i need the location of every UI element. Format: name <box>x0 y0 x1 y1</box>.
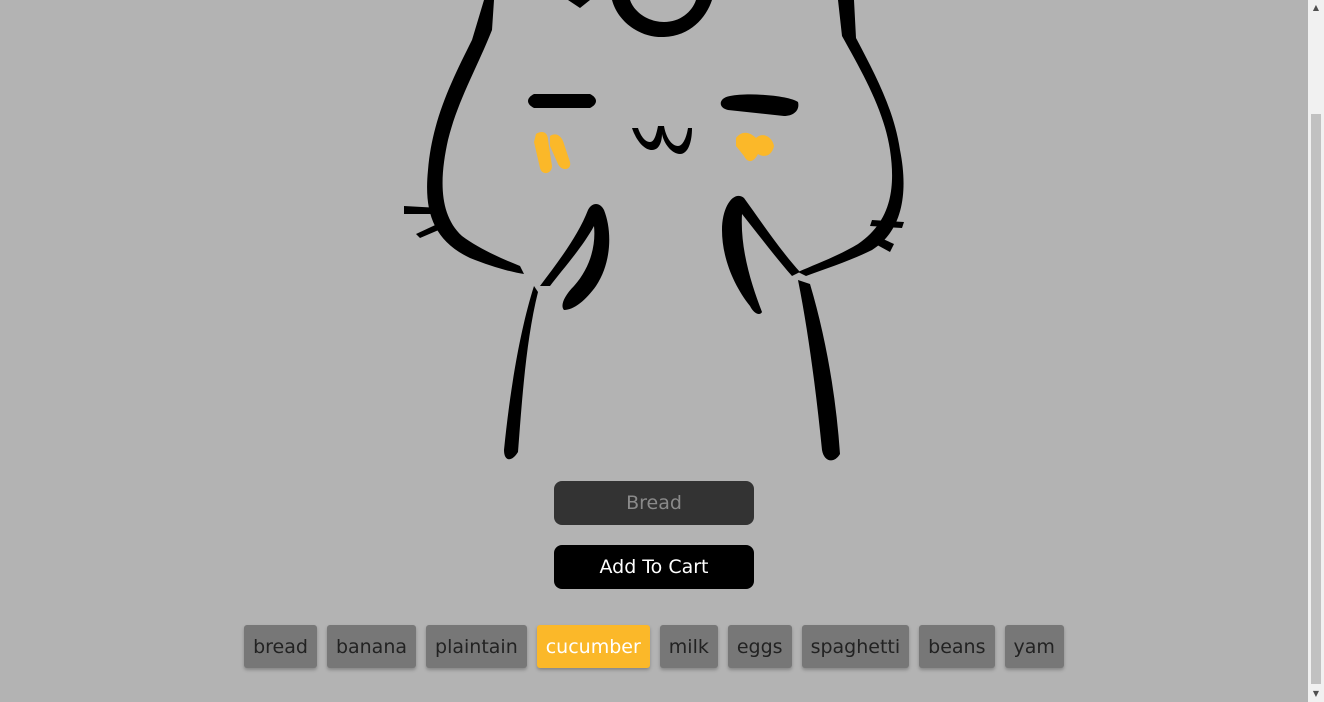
item-name-input[interactable] <box>554 481 754 525</box>
list-item[interactable]: plaintain <box>426 625 527 668</box>
list-item[interactable]: spaghetti <box>801 625 910 668</box>
right-head-outline <box>798 0 904 276</box>
add-to-cart-button[interactable]: Add To Cart <box>554 545 754 589</box>
right-leg <box>798 280 840 461</box>
page: Add To Cart bread banana plaintain cucum… <box>0 0 1324 702</box>
mouth <box>632 126 692 154</box>
right-arm <box>722 195 800 314</box>
left-cheek-blush-2 <box>550 134 571 170</box>
right-eye <box>720 94 799 116</box>
item-list: bread banana plaintain cucumber milk egg… <box>0 625 1308 668</box>
list-item[interactable]: eggs <box>727 625 792 668</box>
right-cheek-blush <box>736 132 774 162</box>
left-head-outline <box>427 0 524 274</box>
scroll-down-arrow-icon[interactable]: ▼ <box>1308 686 1324 702</box>
list-item[interactable]: bread <box>244 625 317 668</box>
right-whisker-1 <box>870 220 904 228</box>
list-item[interactable]: beans <box>919 625 995 668</box>
scroll-up-arrow-icon[interactable]: ▲ <box>1308 0 1324 16</box>
list-item[interactable]: milk <box>659 625 718 668</box>
head-top-loop <box>612 0 712 38</box>
scrollbar-thumb[interactable] <box>1311 114 1321 684</box>
list-item[interactable]: yam <box>1004 625 1064 668</box>
left-leg <box>504 286 538 460</box>
list-item-selected[interactable]: cucumber <box>536 625 650 668</box>
left-arm <box>540 204 610 310</box>
vertical-scrollbar[interactable]: ▲ ▼ <box>1308 0 1324 702</box>
left-eye <box>528 94 596 108</box>
cat-mascot-illustration <box>404 0 904 461</box>
head-top-mark <box>568 0 590 8</box>
left-cheek-blush-1 <box>534 132 552 174</box>
list-item[interactable]: banana <box>326 625 417 668</box>
